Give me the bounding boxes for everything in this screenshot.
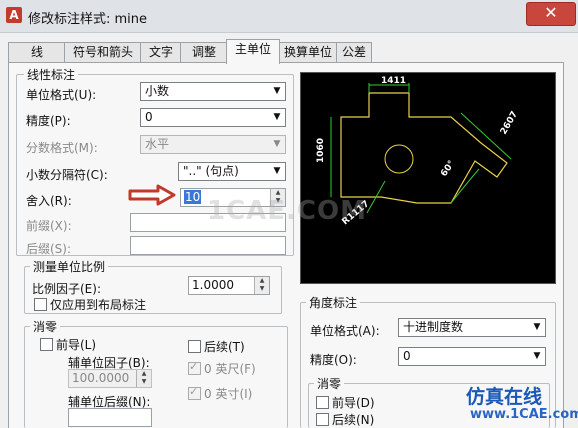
sub-unit-factor-input[interactable]: 100.0000 ▲ ▼ xyxy=(68,369,152,388)
title-bar: A 修改标注样式: mine ✕ xyxy=(0,0,578,33)
unit-format-label: 单位格式(U): xyxy=(26,88,97,102)
tab-primary-units[interactable]: 主单位 xyxy=(226,39,280,64)
preview-drawing: 1411 1060 2607 60° R1117 xyxy=(316,76,520,227)
decimal-separator-label: 小数分隔符(C): xyxy=(26,168,108,182)
preview-hole xyxy=(384,144,414,174)
sub-unit-factor-spinner[interactable]: ▲ ▼ xyxy=(136,370,151,387)
sub-unit-factor-value: 100.0000 xyxy=(72,371,130,385)
angular-unit-format-value: 十进制度数 xyxy=(403,320,464,334)
decimal-separator-select[interactable]: ".." (句点) ▼ xyxy=(178,162,286,181)
scale-legend: 测量单位比例 xyxy=(30,258,109,275)
tab-text[interactable]: 文字 xyxy=(140,42,182,62)
angular-unit-format-label: 单位格式(A): xyxy=(310,324,380,338)
fraction-format-value: 水平 xyxy=(145,137,170,151)
tab-fit[interactable]: 调整 xyxy=(180,42,228,62)
chevron-down-icon: ▼ xyxy=(273,166,281,176)
decimal-separator-value: ".." (句点) xyxy=(183,164,239,178)
precision-select[interactable]: 0 ▼ xyxy=(140,108,286,127)
window-title: 修改标注样式: mine xyxy=(28,12,148,27)
angular-zero-legend: 消零 xyxy=(314,375,345,392)
chevron-down-icon: ▼ xyxy=(273,139,281,149)
leading-zero-label: 前导(L) xyxy=(56,338,97,352)
angular-leading-label: 前导(D) xyxy=(332,396,375,410)
chevron-down-icon: ▼ xyxy=(533,322,541,332)
angular-unit-format-select[interactable]: 十进制度数 ▼ xyxy=(398,318,546,337)
close-button[interactable]: ✕ xyxy=(526,2,576,26)
dim-left-text: 1060 xyxy=(316,138,326,163)
angular-precision-label: 精度(O): xyxy=(310,353,357,367)
fraction-format-select[interactable]: 水平 ▼ xyxy=(140,135,286,154)
annotation-arrow-right xyxy=(128,184,176,206)
angular-legend: 角度标注 xyxy=(306,294,361,311)
tab-alternate-units[interactable]: 换算单位 xyxy=(278,42,338,62)
dim-angle-text: 60° xyxy=(439,159,457,179)
unit-format-select[interactable]: 小数 ▼ xyxy=(140,82,286,101)
tab-symbols-arrows[interactable]: 符号和箭头 xyxy=(64,42,142,62)
angular-trailing-label: 后续(N) xyxy=(332,413,375,427)
zero-feet-checkbox[interactable] xyxy=(188,360,201,375)
fraction-format-label: 分数格式(M): xyxy=(26,141,98,155)
prefix-label: 前缀(X): xyxy=(26,219,72,233)
tab-lines[interactable]: 线 xyxy=(8,42,66,62)
dim-right-text: 2607 xyxy=(499,110,520,137)
dim-angle-arc xyxy=(450,168,480,204)
precision-value: 0 xyxy=(145,110,153,124)
angular-precision-value: 0 xyxy=(403,349,411,363)
trailing-zero-label: 后续(T) xyxy=(204,340,245,354)
angular-trailing-checkbox[interactable] xyxy=(316,413,329,426)
zero-feet-label: 0 英尺(F) xyxy=(204,362,256,376)
angular-precision-select[interactable]: 0 ▼ xyxy=(398,347,546,366)
scale-factor-value: 1.0000 xyxy=(192,278,234,292)
precision-label: 精度(P): xyxy=(26,114,71,128)
chevron-down-icon: ▼ xyxy=(273,86,281,96)
app-icon: A xyxy=(6,7,22,23)
linear-legend: 线性标注 xyxy=(24,66,79,83)
zero-inches-checkbox[interactable] xyxy=(188,385,201,400)
dim-right-line xyxy=(460,112,512,160)
watermark-url: www.1CAE.com xyxy=(470,407,578,422)
suffix-label: 后缀(S): xyxy=(26,242,72,256)
roundoff-label: 舍入(R): xyxy=(26,194,72,208)
trailing-zero-checkbox[interactable] xyxy=(188,340,201,353)
angular-leading-checkbox[interactable] xyxy=(316,396,329,409)
roundoff-value: 10 xyxy=(184,190,202,204)
dim-top-text: 1411 xyxy=(381,76,406,86)
layout-only-label: 仅应用到布局标注 xyxy=(50,298,147,312)
tab-tolerances[interactable]: 公差 xyxy=(336,42,372,62)
unit-format-value: 小数 xyxy=(145,84,170,98)
zero-inches-label: 0 英寸(I) xyxy=(204,387,253,401)
scale-factor-label: 比例因子(E): xyxy=(32,282,101,296)
watermark-center: 1CAE.COM xyxy=(207,196,367,226)
leading-zero-checkbox[interactable] xyxy=(40,338,53,351)
sub-unit-suffix-input[interactable] xyxy=(68,408,152,427)
suffix-input[interactable] xyxy=(130,236,286,255)
preview-shape xyxy=(340,92,508,204)
scale-factor-input[interactable]: 1.0000 ▲ ▼ xyxy=(188,276,270,295)
scale-factor-spinner[interactable]: ▲ ▼ xyxy=(254,277,269,294)
chevron-down-icon: ▼ xyxy=(273,112,281,122)
zero-suppression-legend: 消零 xyxy=(30,318,61,335)
layout-only-checkbox[interactable] xyxy=(34,298,47,311)
dimension-preview: 1411 1060 2607 60° R1117 xyxy=(300,72,556,284)
watermark-brand: 仿真在线 xyxy=(466,386,543,408)
chevron-down-icon: ▼ xyxy=(533,351,541,361)
